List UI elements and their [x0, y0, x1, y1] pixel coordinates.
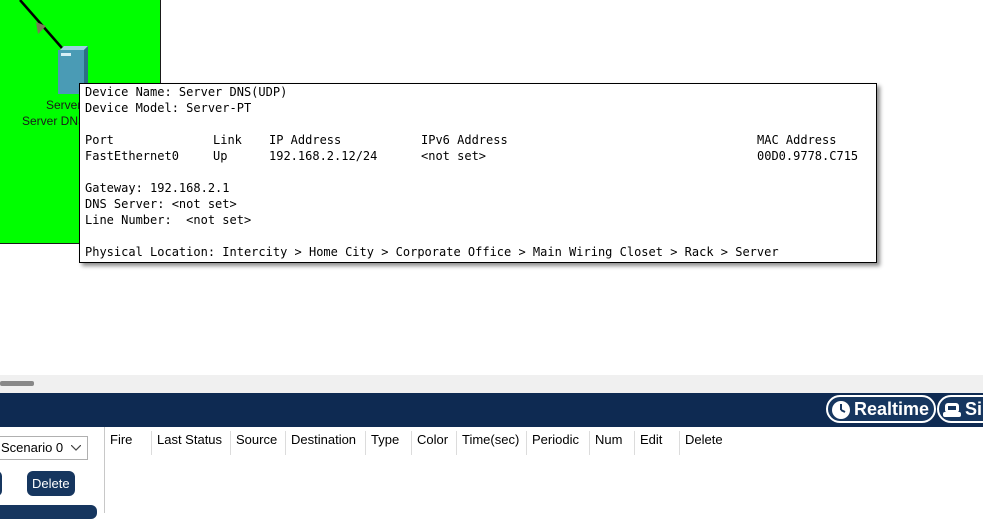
- delete-label: Delete: [32, 476, 70, 491]
- mac-value: 00D0.9778.C715: [757, 149, 859, 163]
- col-num[interactable]: Num: [589, 431, 634, 455]
- line-number: Line Number: <not set>: [85, 213, 252, 227]
- delete-scenario-button[interactable]: Delete: [27, 471, 75, 496]
- port-header: Port: [85, 133, 114, 147]
- col-destination[interactable]: Destination: [285, 431, 365, 455]
- device-label-type: Server: [46, 98, 82, 112]
- device-name: Device Name: Server DNS(UDP): [85, 85, 288, 99]
- ipv6-value: <not set>: [421, 149, 487, 163]
- scenario-selected: Scenario 0: [1, 440, 64, 455]
- device-model: Device Model: Server-PT: [85, 101, 252, 115]
- chevron-down-icon: [71, 445, 81, 451]
- ip-header: IP Address: [269, 133, 342, 147]
- pdu-table: Fire Last Status Source Destination Type…: [104, 427, 983, 513]
- dns-server: DNS Server: <not set>: [85, 197, 237, 211]
- col-source[interactable]: Source: [230, 431, 285, 455]
- link-value: Up: [213, 149, 228, 163]
- simulation-mode-button[interactable]: Si: [937, 395, 983, 423]
- logical-workspace[interactable]: Server Server DNS Device Name: Server DN…: [0, 0, 983, 375]
- simulation-icon: [943, 403, 961, 417]
- device-label-name: Server DNS: [22, 114, 87, 128]
- simulation-label: Si: [965, 399, 983, 419]
- clock-icon: [832, 401, 850, 419]
- port-value: FastEthernet0: [85, 149, 179, 163]
- gateway: Gateway: 192.168.2.1: [85, 181, 230, 195]
- ipv6-header: IPv6 Address: [421, 133, 508, 147]
- col-fire[interactable]: Fire: [105, 431, 151, 455]
- new-scenario-button[interactable]: [0, 471, 2, 496]
- col-periodic[interactable]: Periodic: [526, 431, 589, 455]
- ip-value: 192.168.2.12/24: [269, 149, 378, 163]
- scrollbar-thumb[interactable]: [0, 381, 34, 386]
- col-last-status[interactable]: Last Status: [151, 431, 230, 455]
- realtime-mode-button[interactable]: Realtime: [826, 395, 936, 423]
- link-header: Link: [213, 133, 242, 147]
- horizontal-scrollbar[interactable]: [0, 375, 983, 393]
- realtime-label: Realtime: [854, 399, 930, 419]
- pdu-list-toggle-button[interactable]: [0, 505, 97, 519]
- col-edit[interactable]: Edit: [634, 431, 679, 455]
- col-color[interactable]: Color: [411, 431, 456, 455]
- mac-header: MAC Address: [757, 133, 837, 147]
- physical-location: Physical Location: Intercity > Home City…: [85, 245, 779, 259]
- col-type[interactable]: Type: [365, 431, 411, 455]
- device-info-tooltip: Device Name: Server DNS(UDP) Device Mode…: [79, 83, 877, 263]
- col-delete[interactable]: Delete: [679, 431, 739, 455]
- col-time[interactable]: Time(sec): [456, 431, 526, 455]
- scenario-dropdown[interactable]: Scenario 0: [0, 436, 88, 460]
